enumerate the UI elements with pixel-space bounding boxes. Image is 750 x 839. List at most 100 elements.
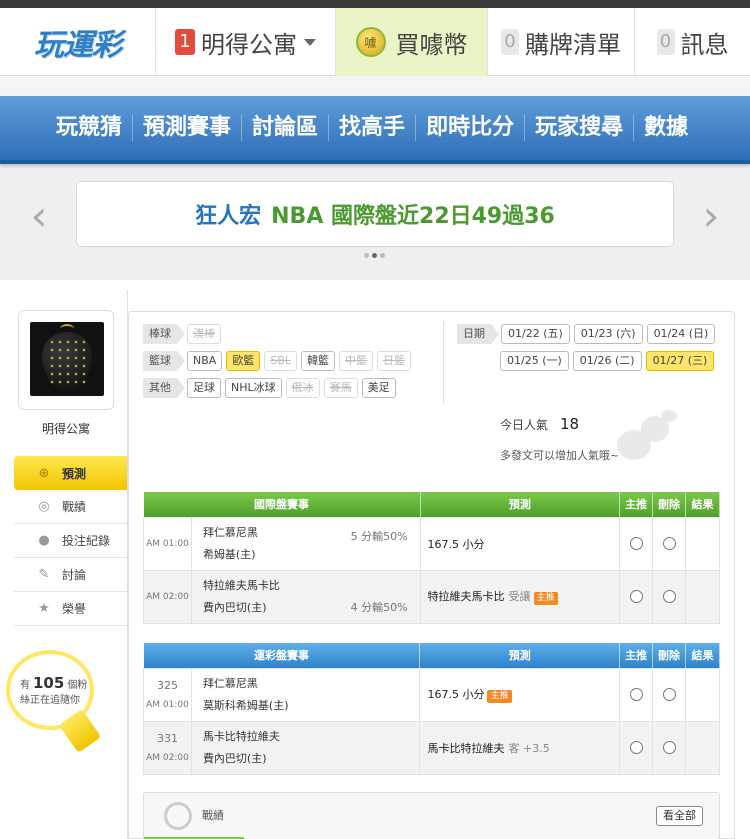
prediction-cell: 馬卡比特拉維夫客 +3.5 xyxy=(419,720,621,775)
table-header: 國際盤賽事 預測 主推 刪除 結果 xyxy=(143,492,720,517)
sidebar-item-discussion[interactable]: ✎ 討論 xyxy=(14,558,128,592)
apartment-menu[interactable]: 1 明得公寓 xyxy=(156,8,336,76)
chip-japan-basketball[interactable]: 日籃 xyxy=(376,351,411,371)
chip-euro-basketball[interactable]: 歐籃 xyxy=(226,351,261,371)
main-pick-tag: 主推 xyxy=(487,690,512,703)
nav-item-guess[interactable]: 玩競猜 xyxy=(46,115,134,141)
popularity-label: 今日人氣 xyxy=(500,418,549,432)
nav-item-player-search[interactable]: 玩家搜尋 xyxy=(525,115,635,141)
prediction-cell: 特拉維夫馬卡比 受讓 主推 xyxy=(419,569,621,624)
site-logo[interactable]: 玩運彩 xyxy=(0,8,156,76)
chip-nba[interactable]: NBA xyxy=(187,351,223,371)
table-row: AM 02:00 特拉維夫馬卡比 費內巴切(主) 4 分輸50% 特拉維夫馬卡比受… xyxy=(143,569,720,624)
purchase-list-button[interactable]: 0 購牌清單 xyxy=(488,8,635,76)
chip-horse-racing[interactable]: 賽馬 xyxy=(323,378,358,398)
game-time: AM 02:00 xyxy=(143,569,192,624)
col-header: 國際盤賽事 xyxy=(143,492,421,517)
nav-item-live-score[interactable]: 即時比分 xyxy=(416,115,526,141)
filter-label-baseball: 棒球 xyxy=(143,324,185,344)
filter-label-basketball: 籃球 xyxy=(143,351,185,371)
followers-widget[interactable]: 有 105 個粉 絲正在追隨你 xyxy=(6,650,106,753)
avatar[interactable] xyxy=(30,322,104,396)
purchase-list-badge: 0 xyxy=(501,29,519,55)
see-all-button[interactable]: 看全部 xyxy=(656,806,703,826)
main-pick-radio[interactable] xyxy=(629,741,643,754)
col-header: 運彩盤賽事 xyxy=(143,643,421,668)
delete-radio[interactable] xyxy=(662,741,676,754)
date-chip-selected[interactable]: 01/27 (三) xyxy=(645,351,715,371)
delete-radio[interactable] xyxy=(662,590,676,603)
sidebar-item-predictions[interactable]: ⊕ 預測 xyxy=(14,456,146,490)
main-pick-cell xyxy=(619,667,654,722)
carousel-dot[interactable] xyxy=(380,253,385,258)
home-team: 希姆基(主) xyxy=(202,547,256,561)
record-icon: ◎ xyxy=(38,499,50,514)
main-nav: 玩競猜 預測賽事 討論區 找高手 即時比分 玩家搜尋 數據 xyxy=(0,96,750,164)
chip-aus-baseball[interactable]: 澳棒 xyxy=(187,324,221,344)
chip-china-basketball[interactable]: 中籃 xyxy=(338,351,373,371)
lottery-prediction-table: 運彩盤賽事 預測 主推 刪除 結果 325 AM 01:00 拜仁慕尼黑 莫斯科希… xyxy=(143,643,720,775)
home-team: 莫斯科希姆基(主) xyxy=(202,698,289,712)
result-cell xyxy=(685,667,720,722)
prediction-pick: 167.5 小分 xyxy=(427,688,485,701)
carousel-dot[interactable] xyxy=(364,253,369,258)
carousel-dot-active[interactable] xyxy=(372,253,377,258)
chip-nhl[interactable]: NHL冰球 xyxy=(225,378,282,398)
delete-cell xyxy=(652,667,687,722)
nav-item-forum[interactable]: 討論區 xyxy=(242,115,330,141)
nav-item-experts[interactable]: 找高手 xyxy=(329,115,417,141)
main-pick-radio[interactable] xyxy=(629,688,643,701)
chip-korea-basketball[interactable]: 韓籃 xyxy=(300,351,335,371)
date-chip[interactable]: 01/24 (日) xyxy=(646,324,716,344)
sidebar-item-label: 戰績 xyxy=(62,500,87,514)
messages-button[interactable]: 0 訊息 xyxy=(635,8,750,76)
delete-cell xyxy=(652,720,687,775)
nav-item-stats[interactable]: 數據 xyxy=(634,115,698,141)
away-team: 拜仁慕尼黑 xyxy=(202,676,258,690)
game-number: 331 xyxy=(156,732,178,745)
date-chip[interactable]: 01/23 (六) xyxy=(573,324,643,344)
date-chip[interactable]: 01/26 (二) xyxy=(572,351,642,371)
main-pick-cell xyxy=(619,516,654,571)
sidebar-item-honors[interactable]: ★ 榮譽 xyxy=(14,592,128,626)
date-chip[interactable]: 01/25 (一) xyxy=(500,351,569,371)
prev-arrow-icon[interactable]: ‹ xyxy=(24,195,54,237)
away-team: 拜仁慕尼黑 xyxy=(202,525,258,539)
chip-soccer[interactable]: 足球 xyxy=(187,378,221,398)
delete-radio[interactable] xyxy=(662,537,676,550)
matchup-cell: 特拉維夫馬卡比 費內巴切(主) 4 分輸50% xyxy=(190,569,421,624)
followers-text: 有 105 個粉 絲正在追隨你 xyxy=(20,674,88,707)
chip-sbl[interactable]: SBL xyxy=(264,351,297,371)
delete-cell xyxy=(652,516,686,571)
date-chip[interactable]: 01/22 (五) xyxy=(501,324,570,344)
sidebar-item-label: 預測 xyxy=(62,466,87,481)
filter-basketball: 籃球 NBA 歐籃 SBL 韓籃 中籃 日籃 xyxy=(143,351,415,371)
matchup-cell: 馬卡比特拉維夫 費內巴切(主) xyxy=(190,720,421,775)
prediction-cell: 167.5 小分 xyxy=(419,516,621,571)
away-team: 特拉維夫馬卡比 xyxy=(202,578,280,592)
carousel-dots xyxy=(364,253,385,258)
date-row-1: 日期 01/22 (五) 01/23 (六) 01/24 (日) xyxy=(457,324,719,344)
col-header: 預測 xyxy=(419,643,621,668)
col-header: 結果 xyxy=(685,492,720,517)
banner-link[interactable]: 狂人宏 NBA 國際盤近22日49過36 xyxy=(76,181,674,247)
main-pick-tag: 主推 xyxy=(533,592,558,605)
prediction-cell: 167.5 小分 主推 xyxy=(419,667,621,722)
nav-divider xyxy=(0,76,750,96)
home-team: 費內巴切(主) xyxy=(202,751,267,765)
nav-item-predictions[interactable]: 預測賽事 xyxy=(133,115,243,141)
sidebar-item-label: 投注紀錄 xyxy=(62,534,111,548)
sidebar-item-label: 討論 xyxy=(62,568,87,582)
sidebar-item-label: 榮譽 xyxy=(62,602,87,616)
main-pick-radio[interactable] xyxy=(629,537,643,550)
sidebar-item-record[interactable]: ◎ 戰績 xyxy=(14,490,128,524)
record-title: 戰績 xyxy=(202,809,224,822)
chip-american-football[interactable]: 美足 xyxy=(361,378,396,398)
delete-radio[interactable] xyxy=(662,688,676,701)
apartment-label: 明得公寓 xyxy=(201,30,297,59)
sidebar-item-bet-history[interactable]: ● 投注紀錄 xyxy=(14,524,128,558)
buy-coin-button[interactable]: 噱 買噱幣 xyxy=(336,8,488,76)
main-pick-radio[interactable] xyxy=(629,590,643,603)
next-arrow-icon[interactable]: › xyxy=(696,195,726,237)
chip-russia-hockey[interactable]: 俄冰 xyxy=(285,378,320,398)
